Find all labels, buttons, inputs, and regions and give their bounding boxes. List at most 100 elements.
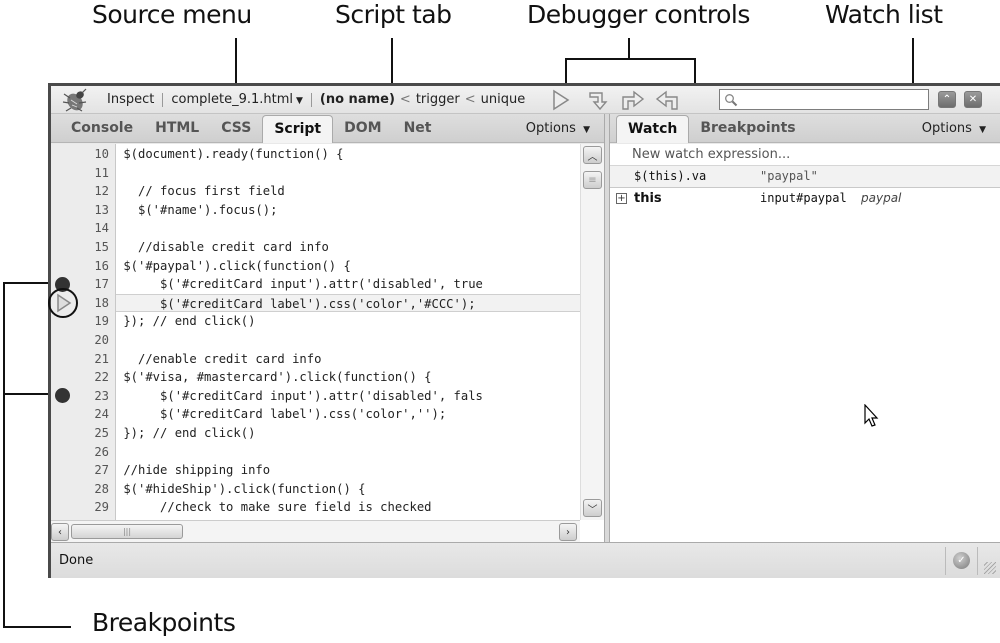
- execution-pointer-icon: [48, 287, 78, 318]
- line-number[interactable]: 14: [69, 219, 109, 237]
- line-number[interactable]: 27: [69, 461, 109, 479]
- scroll-thumb[interactable]: ≡: [583, 171, 602, 189]
- horizontal-scrollbar[interactable]: ‹ ||| ›: [51, 520, 580, 542]
- continue-button[interactable]: [547, 88, 575, 112]
- line-number[interactable]: 20: [69, 331, 109, 349]
- status-text: Done: [59, 553, 94, 568]
- tab-watch[interactable]: Watch: [616, 115, 690, 143]
- line-number[interactable]: 25: [69, 424, 109, 442]
- chevron-down-icon: ▼: [295, 96, 303, 106]
- code-line[interactable]: //disable credit card info: [116, 238, 580, 256]
- line-number-gutter[interactable]: 10 11 12 13 14 15 16 17 18 19 20 21 22 23 24 25 26 27 28 29…: [51, 144, 116, 533]
- check-icon: ✓: [953, 552, 970, 569]
- callout-watch-list: Watch list: [825, 0, 943, 29]
- callout-line: [694, 58, 696, 86]
- firebug-icon[interactable]: [61, 88, 91, 112]
- mouse-cursor-icon: [864, 404, 879, 427]
- watch-options-menu[interactable]: Options ▼: [922, 121, 986, 136]
- vertical-scrollbar[interactable]: ︿ ≡ ﹀: [580, 144, 604, 520]
- watch-entry[interactable]: $(this).va "paypal": [610, 166, 1000, 188]
- status-separator: [945, 547, 946, 575]
- script-options-menu[interactable]: Options ▼: [526, 121, 590, 136]
- callout-line: [628, 38, 630, 60]
- resize-grip[interactable]: [984, 562, 996, 574]
- close-button[interactable]: ✕: [964, 91, 982, 108]
- code-line[interactable]: // focus first field: [116, 182, 580, 200]
- line-number[interactable]: 24: [69, 405, 109, 423]
- callout-debugger-controls: Debugger controls: [527, 0, 750, 29]
- line-number[interactable]: 22: [69, 368, 109, 386]
- watch-expression: this: [634, 191, 662, 206]
- step-over-button[interactable]: [585, 88, 613, 112]
- line-number[interactable]: 13: [69, 201, 109, 219]
- watch-entry[interactable]: + this input#paypal paypal: [610, 188, 1000, 210]
- code-line[interactable]: }); // end click(): [116, 424, 580, 442]
- code-line[interactable]: $('#creditCard input').attr('disabled', …: [116, 387, 580, 405]
- chevron-down-icon: ▼: [979, 125, 986, 135]
- code-line[interactable]: }); // end click(): [116, 312, 580, 330]
- step-over-icon: [589, 91, 608, 110]
- line-number[interactable]: 29: [69, 498, 109, 516]
- chevron-down-icon: ▼: [583, 125, 590, 135]
- status-bar: Done ✓: [51, 542, 1000, 578]
- tab-net[interactable]: Net: [393, 120, 443, 142]
- breadcrumb-item[interactable]: trigger: [416, 92, 460, 107]
- breadcrumb-separator: <: [399, 92, 411, 107]
- scroll-left-button[interactable]: ‹: [51, 523, 69, 541]
- tab-console[interactable]: Console: [60, 120, 144, 142]
- line-number[interactable]: 28: [69, 480, 109, 498]
- code-line[interactable]: //hide shipping info: [116, 461, 580, 479]
- chevron-left-icon: ‹: [58, 526, 62, 538]
- line-number[interactable]: 16: [69, 257, 109, 275]
- source-menu[interactable]: complete_9.1.html ▼: [171, 92, 303, 107]
- watch-expression: $(this).va: [634, 169, 707, 183]
- code-line[interactable]: $(document).ready(function() {: [116, 145, 580, 163]
- current-code-line[interactable]: $('#creditCard label').css('color','#CCC…: [116, 293, 580, 312]
- new-watch-expression-input[interactable]: New watch expression...: [610, 144, 1000, 166]
- inspect-button[interactable]: Inspect: [107, 92, 154, 107]
- step-into-button[interactable]: [619, 88, 647, 112]
- chevron-down-icon: ﹀: [587, 504, 598, 516]
- step-out-button[interactable]: [653, 88, 681, 112]
- line-number[interactable]: 23: [69, 387, 109, 405]
- code-line[interactable]: $('#hideShip').click(function() {: [116, 480, 580, 498]
- line-number[interactable]: 21: [69, 350, 109, 368]
- toolbar: Inspect complete_9.1.html ▼ (no name) < t…: [51, 86, 1000, 114]
- code-line[interactable]: $('#name').focus();: [116, 201, 580, 219]
- code-line[interactable]: $('#creditCard label').css('color','');: [116, 405, 580, 423]
- scroll-up-button[interactable]: ︿: [583, 146, 602, 164]
- tab-css[interactable]: CSS: [210, 120, 262, 142]
- code-line[interactable]: [116, 219, 580, 237]
- code-line[interactable]: $('#creditCard input').attr('disabled', …: [116, 275, 580, 293]
- watch-value-hint: paypal: [861, 191, 902, 205]
- tab-script[interactable]: Script: [262, 115, 334, 143]
- code-line[interactable]: [116, 331, 580, 349]
- watch-value: input#paypal: [760, 191, 847, 205]
- scroll-right-button[interactable]: ›: [559, 523, 577, 541]
- tab-breakpoints[interactable]: Breakpoints: [689, 120, 806, 142]
- expand-icon[interactable]: +: [616, 193, 627, 204]
- line-number[interactable]: 10: [69, 145, 109, 163]
- line-number[interactable]: 26: [69, 443, 109, 461]
- code-line[interactable]: $('#visa, #mastercard').click(function()…: [116, 368, 580, 386]
- code-line[interactable]: [116, 164, 580, 182]
- step-out-icon: [656, 90, 678, 110]
- scroll-thumb[interactable]: |||: [71, 524, 183, 539]
- code-line[interactable]: //enable credit card info: [116, 350, 580, 368]
- line-number[interactable]: 11: [69, 164, 109, 182]
- minimize-button[interactable]: ⌃: [938, 91, 956, 108]
- line-number[interactable]: 12: [69, 182, 109, 200]
- tab-html[interactable]: HTML: [144, 120, 210, 142]
- code-line[interactable]: $('#paypal').click(function() {: [116, 257, 580, 275]
- code-line[interactable]: [116, 443, 580, 461]
- callout-line: [565, 58, 567, 86]
- breadcrumb-item[interactable]: unique: [481, 92, 526, 107]
- tab-dom[interactable]: DOM: [333, 120, 392, 142]
- search-input[interactable]: [719, 89, 929, 110]
- code-line[interactable]: //check to make sure field is checked: [116, 498, 580, 516]
- breadcrumb-current[interactable]: (no name): [320, 92, 395, 107]
- breadcrumb-separator: <: [464, 92, 476, 107]
- line-number[interactable]: 15: [69, 238, 109, 256]
- source-file-label: complete_9.1.html: [171, 92, 293, 107]
- scroll-down-button[interactable]: ﹀: [583, 499, 602, 517]
